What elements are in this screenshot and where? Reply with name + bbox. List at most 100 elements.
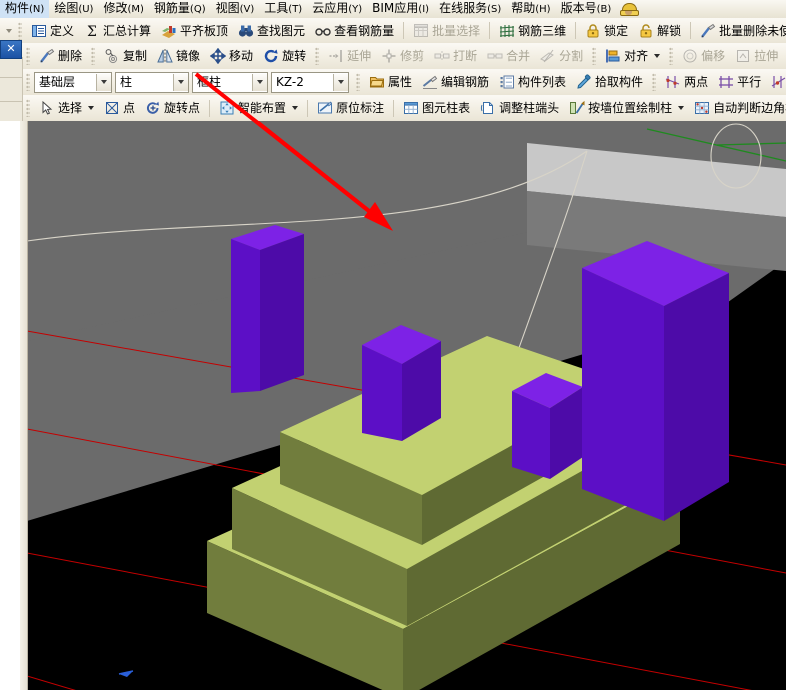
column-kz-mid[interactable] <box>512 373 583 479</box>
move-button[interactable]: 移动 <box>205 45 258 67</box>
rotate-button[interactable]: 旋转 <box>258 45 311 67</box>
left-panel-splitter[interactable] <box>20 121 28 690</box>
cursor-button[interactable]: 选择 <box>34 97 99 119</box>
select-type[interactable]: 框柱 <box>192 71 268 93</box>
menu-item-label: 构件 <box>5 1 30 15</box>
merge-button: 合并 <box>482 45 535 67</box>
chevron-down-icon[interactable] <box>88 106 95 110</box>
button-label: 编辑钢筋 <box>441 75 490 89</box>
auto-corner-column-button[interactable]: 自动判断边角柱 <box>689 97 786 119</box>
button-label: 解锁 <box>657 23 682 38</box>
copy-button[interactable]: 复制 <box>99 45 152 67</box>
column-kz-left[interactable] <box>231 225 304 393</box>
menu-item-1[interactable]: 绘图(U) <box>49 0 98 18</box>
menu-item-3[interactable]: 钢筋量(Q) <box>149 0 211 18</box>
menu-item-6[interactable]: 云应用(Y) <box>307 0 367 18</box>
menu-item-8[interactable]: 在线服务(S) <box>434 0 506 18</box>
3d-model-viewport[interactable] <box>27 121 786 690</box>
chevron-down-icon[interactable] <box>678 106 685 110</box>
break-button: 打断 <box>429 45 482 67</box>
rebar-3d-button[interactable]: 钢筋三维 <box>494 20 571 42</box>
insitu-annotation-button[interactable]: 原位标注 <box>312 97 389 119</box>
binoculars-button[interactable]: 查找图元 <box>233 20 310 42</box>
menu-item-2[interactable]: 修改(M) <box>98 0 148 18</box>
column-table-button[interactable]: 图元柱表 <box>398 97 475 119</box>
member-list-icon <box>499 74 515 90</box>
brush-delete-button[interactable]: 批量删除未使用构件 <box>695 20 786 42</box>
offset-button: 偏移 <box>677 45 730 67</box>
rotate-point-button[interactable]: 旋转点 <box>140 97 205 119</box>
select-floor[interactable]: 基础层 <box>34 71 112 93</box>
chevron-down-icon[interactable] <box>333 73 348 91</box>
properties-button[interactable]: 属性 <box>364 71 417 93</box>
toolbar-grip[interactable] <box>26 47 30 65</box>
auto-corner-column-icon <box>694 100 710 116</box>
toolbar-member-select: 基础层 柱 框柱 KZ-2 属性 编辑钢筋 构件列表 拾取构件 两点 平行点角 <box>0 69 786 96</box>
menu-item-access-key: (M) <box>127 4 144 15</box>
menu-item-9[interactable]: 帮助(H) <box>506 0 555 18</box>
toolbar-separator <box>393 99 395 117</box>
adjust-column-end-button[interactable]: 调整柱端头 <box>475 97 564 119</box>
sigma-button[interactable]: Σ 汇总计算 <box>79 20 156 42</box>
toolbar-main: 定义 Σ 汇总计算 平齐板顶 查找图元 查看钢筋量 批量选择 钢筋三维 锁定 解锁 批量删除未使用构… <box>0 18 786 44</box>
rebar-3d-icon <box>499 23 515 39</box>
select-value: 基础层 <box>39 74 76 89</box>
two-point-button[interactable]: 两点 <box>660 71 713 93</box>
smart-layout-button[interactable]: 智能布置 <box>214 97 303 119</box>
parallel-button[interactable]: 平行 <box>713 71 766 93</box>
smart-layout-icon <box>219 100 235 116</box>
menu-item-7[interactable]: BIM应用(I) <box>367 0 434 18</box>
toolbar-grip[interactable] <box>26 99 30 117</box>
align-button[interactable]: 对齐 <box>600 45 665 67</box>
eyedropper-icon <box>576 74 592 90</box>
column-kz-2-selected[interactable] <box>362 325 441 441</box>
chevron-down-icon[interactable] <box>252 73 267 91</box>
align-slab-top-button[interactable]: 平齐板顶 <box>156 20 233 42</box>
toolbar-separator <box>91 47 96 65</box>
delete-button[interactable]: 删除 <box>34 45 87 67</box>
menu-item-0[interactable]: 构件(N) <box>0 0 50 18</box>
chevron-down-icon[interactable] <box>96 73 111 91</box>
select-value: KZ-2 <box>276 74 304 89</box>
point-button[interactable]: 点 <box>99 97 140 119</box>
definition-button[interactable]: 定义 <box>26 20 79 42</box>
close-document-tab[interactable]: ✕ <box>0 40 22 59</box>
eyedropper-button[interactable]: 拾取构件 <box>571 71 648 93</box>
close-document-label: ✕ <box>6 42 16 55</box>
menu-item-5[interactable]: 工具(T) <box>259 0 307 18</box>
select-category[interactable]: 柱 <box>115 71 189 93</box>
lock-button[interactable]: 锁定 <box>580 20 633 42</box>
trim-icon <box>381 48 397 64</box>
insitu-annotation-icon <box>317 100 333 116</box>
button-label: 删除 <box>58 49 83 63</box>
rotate-point-icon <box>145 100 161 116</box>
menu-item-4[interactable]: 视图(V) <box>211 0 260 18</box>
point-angle-button[interactable]: 点角 <box>766 71 786 93</box>
menu-item-access-key: (U) <box>78 4 94 15</box>
button-label: 自动判断边角柱 <box>713 101 786 115</box>
align-icon <box>605 48 621 64</box>
toolbar-overflow-caret[interactable] <box>6 28 12 33</box>
toolbar-grip[interactable] <box>26 73 30 91</box>
select-member[interactable]: KZ-2 <box>271 71 349 93</box>
toolbar-separator <box>652 73 657 91</box>
menu-item-10[interactable]: 版本号(B) <box>556 0 617 18</box>
member-list-button[interactable]: 构件列表 <box>494 71 571 93</box>
button-label: 修剪 <box>400 49 425 63</box>
mirror-button[interactable]: 镜像 <box>152 45 205 67</box>
draw-column-by-wall-button[interactable]: 按墙位置绘制柱 <box>564 97 689 119</box>
button-label: 分割 <box>559 49 584 63</box>
chevron-down-icon[interactable] <box>173 73 188 91</box>
column-kz-right[interactable] <box>582 241 729 521</box>
edit-rebar-button[interactable]: 编辑钢筋 <box>417 71 494 93</box>
toolbar-draw: 选择 点 旋转点 智能布置 原位标注 图元柱表 调整柱端头 按墙位置绘制柱 自动判断边角柱 <box>0 95 786 122</box>
chevron-down-icon[interactable] <box>292 106 299 110</box>
toolbar-grip[interactable] <box>18 21 22 40</box>
hardhat-icon[interactable] <box>620 2 640 16</box>
chevron-down-icon[interactable] <box>654 54 661 58</box>
menu-item-access-key: (Y) <box>348 4 363 15</box>
unlock-button[interactable]: 解锁 <box>633 20 686 42</box>
edit-rebar-icon <box>422 74 438 90</box>
stretch-icon <box>735 48 751 64</box>
glasses-button[interactable]: 查看钢筋量 <box>310 20 399 42</box>
